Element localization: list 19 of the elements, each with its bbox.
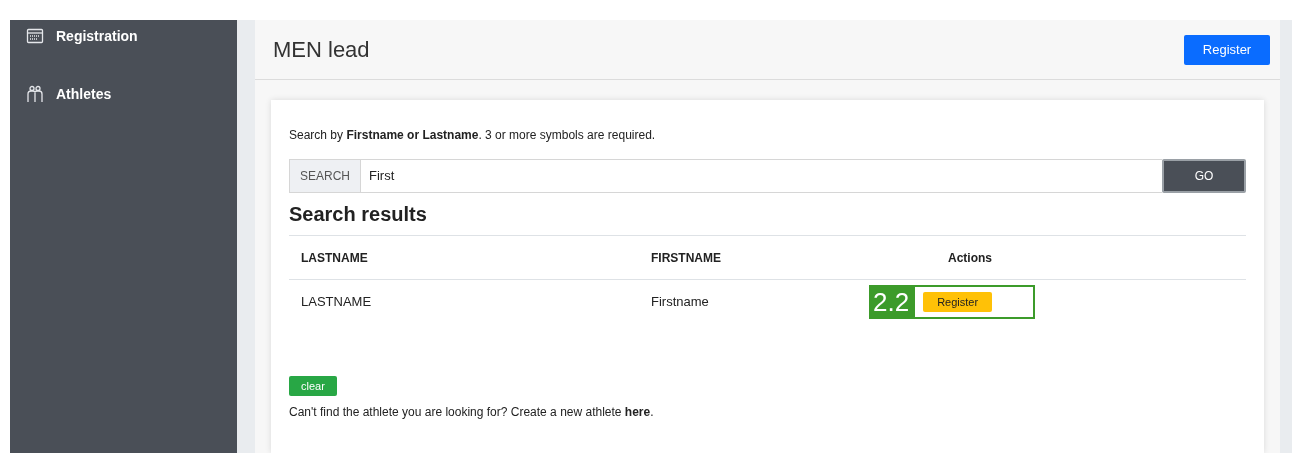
search-label: SEARCH [289, 159, 361, 193]
go-button[interactable]: GO [1162, 159, 1246, 193]
register-button[interactable]: Register [923, 292, 993, 312]
register-button[interactable]: Register [1184, 34, 1270, 65]
create-athlete-text: Can't find the athlete you are looking for? Create a new athlete here. [289, 403, 655, 421]
sidebar-item[interactable]: Registration [10, 22, 237, 50]
people-icon [26, 85, 44, 103]
column-header: FIRSTNAME [651, 249, 722, 267]
search-field[interactable]: First [361, 159, 1162, 193]
table-cell-text: Firstname [651, 293, 710, 312]
calendar-icon [26, 27, 44, 45]
page-title: MEN lead [273, 36, 370, 64]
table-cell-text: LASTNAME [301, 293, 373, 312]
results-heading: Search results [289, 202, 428, 227]
callout-label: 2.2 [869, 285, 914, 319]
sidebar-item[interactable]: Athletes [10, 80, 237, 108]
search-hint: Search by Firstname or Lastname. 3 or more symbols are required. [289, 127, 657, 144]
column-header: LASTNAME [301, 249, 369, 267]
column-header: Actions [948, 249, 993, 267]
